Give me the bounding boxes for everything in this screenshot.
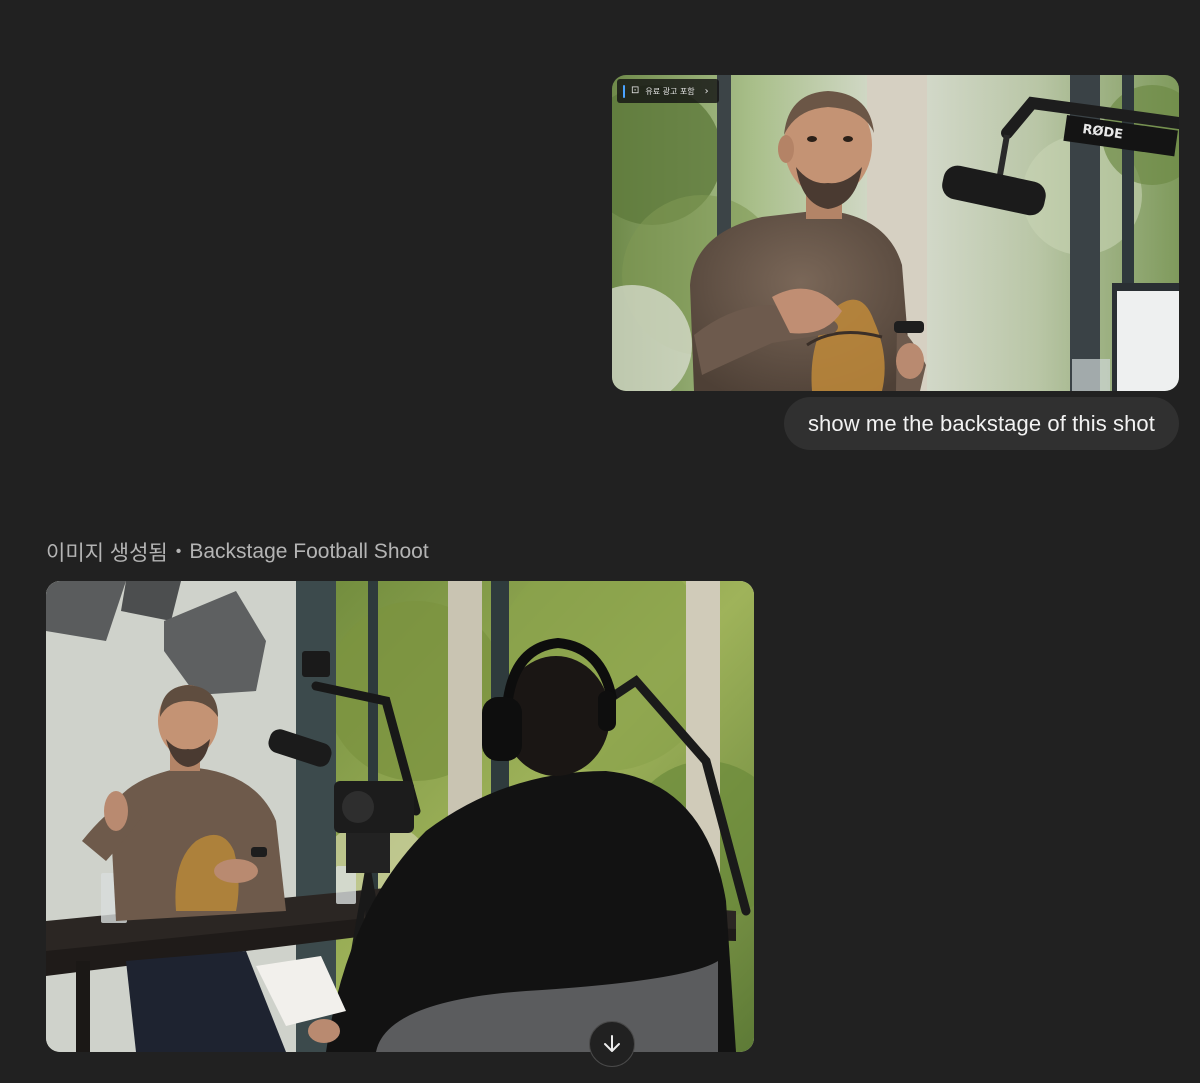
user-message-bubble: show me the backstage of this shot <box>783 397 1179 450</box>
user-message-text: show me the backstage of this shot <box>807 410 1155 436</box>
chat-thread: RØDE ⊡ 유료 광고 포함 › show me the backstage … <box>0 0 1200 1083</box>
header-separator: • <box>175 543 182 560</box>
podcast-guest-photo: RØDE <box>612 75 1179 391</box>
camera-icon: ⊡ <box>631 85 640 96</box>
generated-image-header: 이미지 생성됨 • Backstage Football Shoot <box>46 537 429 567</box>
badge-accent-bar <box>623 84 625 98</box>
generated-image-title[interactable]: Backstage Football Shoot <box>189 540 428 564</box>
user-uploaded-image[interactable]: RØDE ⊡ 유료 광고 포함 › <box>612 75 1179 391</box>
image-generated-status: 이미지 생성됨 <box>46 542 168 565</box>
paid-promotion-badge[interactable]: ⊡ 유료 광고 포함 › <box>617 79 719 103</box>
chevron-right-icon: › <box>704 85 709 97</box>
generated-image[interactable] <box>46 581 754 1052</box>
arrow-down-icon <box>604 1035 620 1052</box>
scroll-to-bottom-button[interactable] <box>589 1021 635 1067</box>
paid-promotion-label: 유료 광고 포함 <box>645 86 695 96</box>
backstage-scene-illustration <box>46 581 754 1052</box>
